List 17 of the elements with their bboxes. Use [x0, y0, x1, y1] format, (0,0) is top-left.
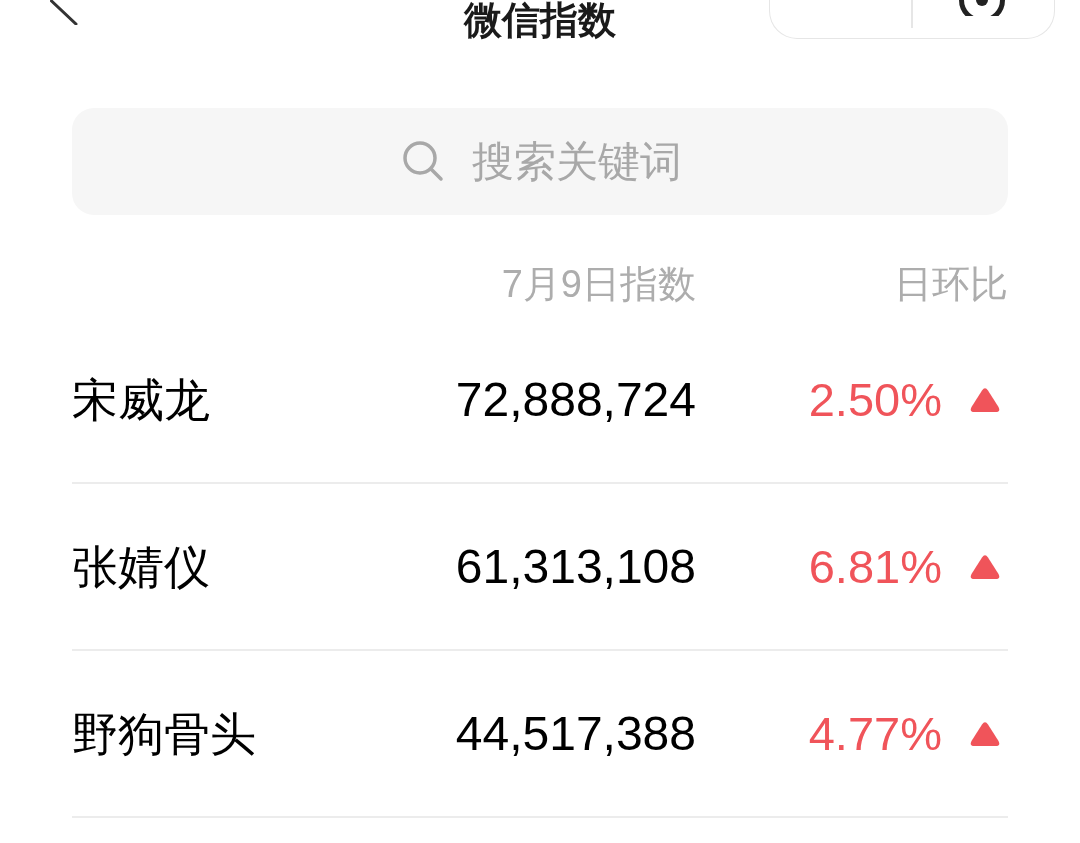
capsule-button[interactable] [769, 0, 1055, 39]
change-percent: 4.77% [808, 707, 942, 760]
column-header: 7月9日指数 [501, 262, 696, 306]
index-value: 61,313,108 [455, 540, 696, 593]
name-text: 张婧仪 [72, 540, 210, 593]
name-text: 野狗骨头 [72, 707, 256, 760]
change-percent: 6.81% [808, 540, 942, 593]
column-header: 日环比 [894, 262, 1008, 306]
search-field[interactable]: 搜索关键词 [72, 108, 1008, 215]
change-percent: 2.50% [808, 373, 942, 426]
ring-icon [959, 0, 1005, 16]
page-title: 微信指数 [464, 0, 616, 40]
back-icon[interactable] [50, 0, 78, 25]
index-value: 44,517,388 [455, 707, 696, 760]
index-value: 72,888,724 [455, 373, 696, 426]
search-icon [402, 140, 444, 182]
name-text: 宋威龙 [72, 373, 210, 426]
